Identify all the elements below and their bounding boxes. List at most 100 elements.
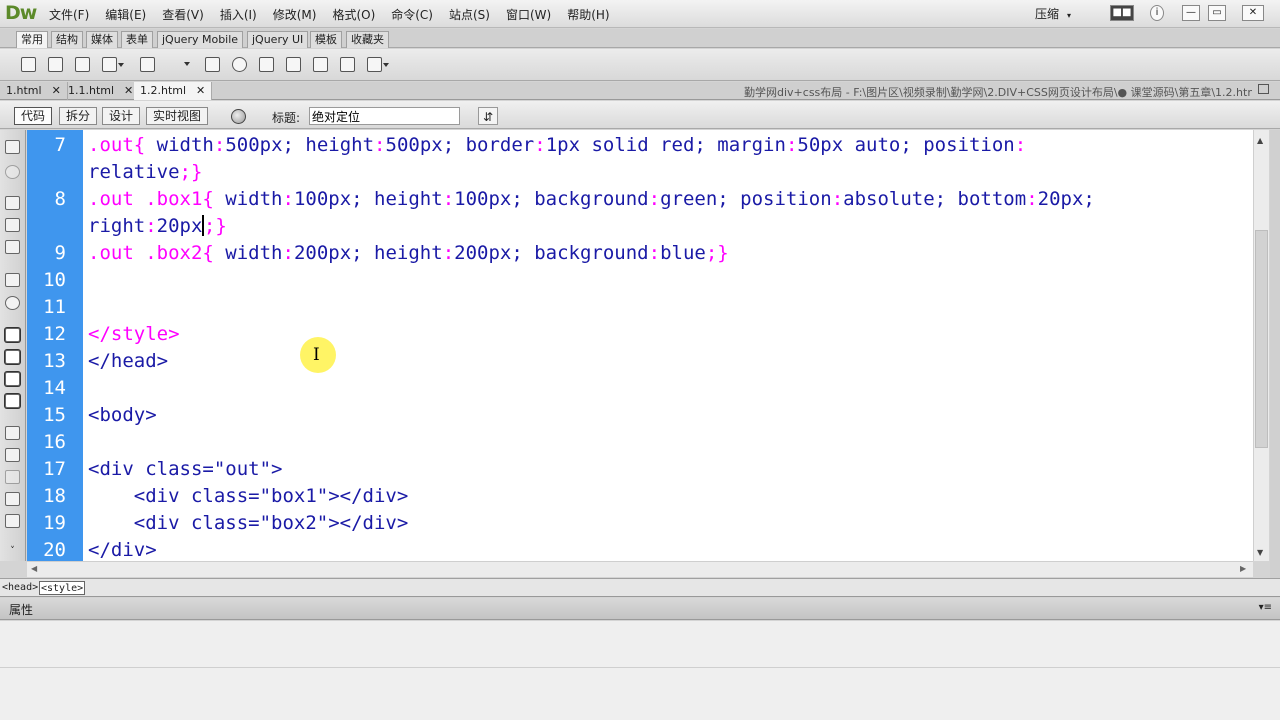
show-code-navigator-icon[interactable]: [5, 165, 20, 179]
menu-site[interactable]: 站点(S): [441, 6, 498, 23]
line-number: 9: [54, 242, 66, 264]
menu-help[interactable]: 帮助(H): [559, 6, 617, 23]
apply-comment-icon[interactable]: [5, 426, 20, 440]
css-brace: ;}: [179, 161, 203, 183]
maximize-button[interactable]: ▭: [1208, 5, 1226, 21]
css-property: background: [534, 242, 649, 264]
css-brace: ;}: [203, 215, 227, 237]
menu-window[interactable]: 窗口(W): [498, 6, 559, 23]
properties-panel-header: 属性 ▾≡: [0, 598, 1280, 620]
line-number-gutter: 7 8 9 10 11 12 13 14 15 16 17 18 19 20: [27, 130, 83, 561]
menu-edit[interactable]: 编辑(E): [97, 6, 154, 23]
menu-bar: Dw 文件(F) 编辑(E) 查看(V) 插入(I) 修改(M) 格式(O) 命…: [0, 0, 1280, 28]
horizontal-scrollbar[interactable]: ◀ ▶: [27, 561, 1253, 577]
widget-icon[interactable]: [167, 57, 190, 72]
tab-media[interactable]: 媒体: [86, 31, 118, 48]
scroll-right-icon[interactable]: ▶: [1240, 564, 1246, 573]
css-property: width: [225, 188, 283, 210]
doc-tab-1-html[interactable]: 1.html ✕: [0, 82, 68, 100]
minimize-button[interactable]: —: [1182, 5, 1200, 21]
workspace-switcher[interactable]: 压缩 ▾: [1035, 5, 1071, 22]
tab-layout[interactable]: 结构: [51, 31, 83, 48]
hyperlink-icon[interactable]: [21, 57, 36, 72]
recent-snippets-icon[interactable]: [5, 492, 20, 506]
line-number: 15: [43, 404, 66, 426]
scroll-left-icon[interactable]: ◀: [31, 564, 37, 573]
chain-icon[interactable]: [232, 57, 247, 72]
line-number: 10: [43, 269, 66, 291]
open-documents-icon[interactable]: [5, 140, 20, 154]
split-view-button[interactable]: 拆分: [59, 107, 98, 125]
file-management-icon[interactable]: ⇵: [478, 107, 498, 125]
server-include-icon[interactable]: [340, 57, 355, 72]
html-tag: <div class=: [88, 485, 260, 507]
doc-tab-1-2-html[interactable]: 1.2.html ✕: [134, 82, 213, 100]
doc-tab-1-1-html[interactable]: 1.1.html ✕: [62, 82, 141, 100]
info-icon[interactable]: i: [1150, 5, 1164, 21]
tab-templates[interactable]: 模板: [310, 31, 342, 48]
template-icon[interactable]: [367, 57, 389, 72]
close-icon[interactable]: ✕: [196, 84, 205, 97]
menu-view[interactable]: 查看(V): [154, 6, 212, 23]
design-view-button[interactable]: 设计: [102, 107, 141, 125]
code-view-button[interactable]: 代码: [14, 107, 53, 125]
line-numbers-icon[interactable]: [5, 328, 20, 342]
css-value: blue: [660, 242, 706, 264]
tag-head[interactable]: <head>: [1, 581, 39, 595]
menu-commands[interactable]: 命令(C): [383, 6, 441, 23]
tab-common[interactable]: 常用: [16, 31, 48, 48]
table-icon[interactable]: [140, 57, 155, 72]
move-css-icon[interactable]: [5, 514, 20, 528]
div-icon[interactable]: [205, 57, 220, 72]
live-view-button[interactable]: 实时视图: [146, 107, 209, 125]
balance-braces-icon[interactable]: [5, 296, 20, 310]
line-number: 18: [43, 485, 66, 507]
email-link-icon[interactable]: [48, 57, 63, 72]
extensions-icon[interactable]: ■■: [1110, 5, 1134, 21]
code-line-15: <body>: [88, 404, 157, 426]
chevron-down-icon: ▾: [1067, 11, 1072, 20]
syntax-coloring-icon[interactable]: [5, 394, 20, 408]
head-icon[interactable]: [286, 57, 301, 72]
collapse-tag-icon[interactable]: [5, 196, 20, 210]
collapse-selection-icon[interactable]: [5, 218, 20, 232]
expand-all-icon[interactable]: [5, 240, 20, 254]
named-anchor-icon[interactable]: [75, 57, 90, 72]
vertical-scrollbar[interactable]: ▲ ▼: [1253, 130, 1269, 561]
close-icon[interactable]: ✕: [124, 84, 133, 97]
css-value: relative: [88, 161, 180, 183]
word-wrap-icon[interactable]: [5, 372, 20, 386]
restore-icon[interactable]: [1258, 84, 1269, 94]
code-editor[interactable]: .out{ width:500px; height:500px; border:…: [83, 130, 1253, 561]
css-value: absolute;: [843, 188, 947, 210]
close-icon[interactable]: ✕: [52, 84, 61, 97]
css-value: 100px;: [293, 188, 363, 210]
tab-favorites[interactable]: 收藏夹: [346, 31, 389, 48]
panel-menu-icon[interactable]: ▾≡: [1259, 602, 1272, 613]
comment-icon[interactable]: [259, 57, 274, 72]
tab-jquery-ui[interactable]: jQuery UI: [247, 31, 309, 48]
menu-file[interactable]: 文件(F): [41, 6, 97, 23]
chevron-down-icon[interactable]: ˅: [5, 546, 20, 560]
close-button[interactable]: ✕: [1242, 5, 1264, 21]
date-icon[interactable]: [313, 57, 328, 72]
panel-strip: [1270, 130, 1280, 578]
highlight-invalid-code-icon[interactable]: [5, 350, 20, 364]
select-parent-tag-icon[interactable]: [5, 273, 20, 287]
html-tag: >: [271, 458, 283, 480]
menu-format[interactable]: 格式(O): [324, 6, 383, 23]
menu-insert[interactable]: 插入(I): [212, 6, 265, 23]
globe-icon[interactable]: [231, 109, 246, 124]
tag-style[interactable]: <style>: [39, 581, 86, 595]
css-value: 200px;: [293, 242, 363, 264]
scrollbar-thumb[interactable]: [1255, 230, 1268, 448]
remove-comment-icon[interactable]: [5, 448, 20, 462]
scroll-up-icon[interactable]: ▲: [1257, 136, 1263, 145]
image-icon[interactable]: [102, 57, 124, 72]
scroll-down-icon[interactable]: ▼: [1257, 548, 1263, 557]
menu-modify[interactable]: 修改(M): [265, 6, 325, 23]
wrap-tag-icon[interactable]: [5, 470, 20, 484]
page-title-input[interactable]: [309, 107, 460, 125]
tab-forms[interactable]: 表单: [121, 31, 153, 48]
tab-jquery-mobile[interactable]: jQuery Mobile: [157, 31, 244, 48]
